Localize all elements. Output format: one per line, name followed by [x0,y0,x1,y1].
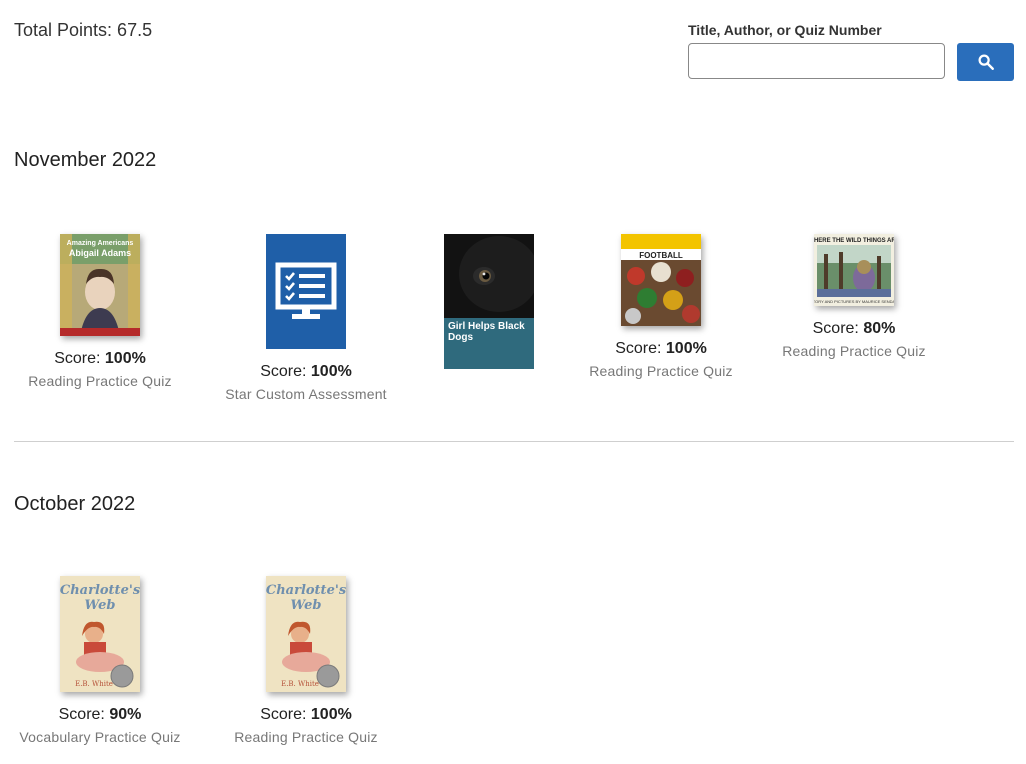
checklist-monitor-icon [275,262,337,319]
score-value: 100% [310,706,352,723]
charlottes-web-book-cover[interactable]: Charlotte's Web E.B. White [60,576,140,692]
activity-card: Score: 100% Star Custom Assessment [211,234,401,402]
cover-author: E.B. White [281,680,319,688]
activity-card: WHERE THE WILD THINGS ARE STORY AND PICT… [759,234,949,359]
quiz-type: Star Custom Assessment [225,386,387,402]
book-cover-art: WHERE THE WILD THINGS ARE STORY AND PICT… [814,234,894,306]
cover-title: FOOTBALL [639,251,683,260]
search-icon [978,54,994,70]
month-heading: November 2022 [14,149,157,171]
football-book-cover[interactable]: FOOTBALL [621,234,701,326]
activity-card: FOOTBALL Score: 100% Reading Practice Qu… [566,234,756,379]
cover-title: WHERE THE WILD THINGS ARE [814,238,894,244]
cover-title-line: Charlotte's [60,583,140,598]
search-label: Title, Author, or Quiz Number [688,22,882,38]
where-the-wild-things-are-book-cover[interactable]: WHERE THE WILD THINGS ARE STORY AND PICT… [814,234,894,306]
cover-title-line: Web [85,598,116,613]
score-value: 90% [109,706,142,723]
book-cover-art: Charlotte's Web E.B. White [266,576,346,692]
cover-title-line: Web [291,598,322,613]
activity-card: Charlotte's Web E.B. White Score: 90% Vo… [5,576,195,745]
score-text: Score: 90% [58,706,142,723]
score-value: 80% [863,320,896,337]
book-cover-art: Amazing Americans Abigail Adams [60,234,140,336]
assessment-checklist-icon[interactable] [266,234,346,349]
quiz-type: Reading Practice Quiz [234,729,378,745]
score-text: Score: 100% [260,706,352,723]
score-value: 100% [104,350,146,367]
quiz-type: Reading Practice Quiz [28,373,172,389]
score-value: 100% [665,340,707,357]
book-cover-art: Charlotte's Web E.B. White [60,576,140,692]
score-text: Score: 100% [260,363,352,380]
score-value: 100% [310,363,352,380]
cover-title-line: Charlotte's [266,583,346,598]
cover-subtitle: STORY AND PICTURES BY MAURICE SENDAK [814,299,894,304]
abigail-adams-book-cover[interactable]: Amazing Americans Abigail Adams [60,234,140,336]
book-cover-art: FOOTBALL [621,234,701,326]
cover-title: Abigail Adams [69,248,131,258]
quiz-type: Vocabulary Practice Quiz [19,729,181,745]
quiz-type: Reading Practice Quiz [589,363,733,379]
charlottes-web-book-cover[interactable]: Charlotte's Web E.B. White [266,576,346,692]
activity-card: Girl Helps Black Dogs [394,234,584,369]
section-divider [14,441,1014,442]
cover-title: Girl Helps Black Dogs [444,318,534,369]
search-input[interactable] [688,43,945,79]
search-button[interactable] [957,43,1014,81]
girl-helps-black-dogs-book-cover[interactable]: Girl Helps Black Dogs [444,234,534,369]
activity-card: Charlotte's Web E.B. White Score: 100% R… [211,576,401,745]
cover-series: Amazing Americans [67,240,134,247]
activity-card: Amazing Americans Abigail Adams Score: 1… [5,234,195,389]
cover-author: E.B. White [75,680,113,688]
quiz-type: Reading Practice Quiz [782,343,926,359]
score-text: Score: 80% [812,320,896,337]
total-points: Total Points: 67.5 [14,20,153,40]
month-heading: October 2022 [14,493,136,515]
score-text: Score: 100% [54,350,146,367]
score-text: Score: 100% [615,340,707,357]
